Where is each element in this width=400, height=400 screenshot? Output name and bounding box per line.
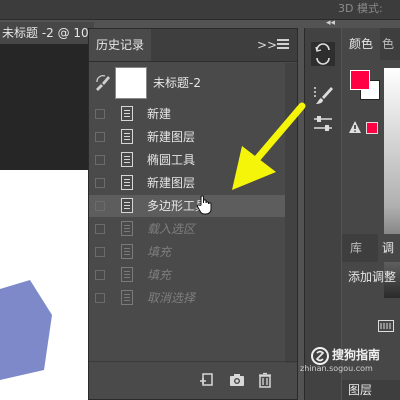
history-item-label: 填充 bbox=[147, 245, 172, 259]
color-panel-tabs: 颜色 色 bbox=[342, 28, 400, 60]
watermark-url: zhinan.sogou.com bbox=[300, 364, 373, 373]
annotation-arrow bbox=[232, 102, 306, 190]
document-icon bbox=[121, 244, 133, 259]
history-item-label: 填充 bbox=[147, 268, 172, 282]
history-footer bbox=[89, 361, 297, 400]
panel-menu-icon[interactable] bbox=[277, 39, 289, 50]
document-tab[interactable]: 未标题 -2 @ 100% bbox=[0, 22, 94, 44]
collapse-panels-icon[interactable]: ◂◂ bbox=[326, 19, 335, 28]
collapse-button[interactable]: >> bbox=[257, 29, 277, 61]
history-item-checkbox[interactable] bbox=[95, 109, 105, 119]
history-item-label: 新建 bbox=[147, 107, 172, 121]
history-item[interactable]: 填充 bbox=[89, 264, 285, 286]
gamut-color-swatch[interactable] bbox=[366, 122, 378, 134]
tab-layers[interactable]: 图层 bbox=[348, 380, 372, 400]
brush-icon[interactable] bbox=[311, 84, 335, 108]
history-item-checkbox[interactable] bbox=[95, 293, 105, 303]
hand-cursor-icon bbox=[196, 195, 212, 215]
history-item-checkbox[interactable] bbox=[95, 201, 105, 211]
new-document-icon[interactable] bbox=[199, 372, 215, 388]
tab-libraries[interactable]: 库 bbox=[350, 234, 362, 262]
adjustments-panel-tabs: 库 调 bbox=[342, 234, 400, 262]
document-icon bbox=[121, 175, 133, 190]
history-item-label: 载入选区 bbox=[147, 222, 196, 236]
foreground-color-swatch[interactable] bbox=[350, 70, 370, 90]
sliders-icon[interactable] bbox=[311, 112, 335, 136]
document-icon bbox=[121, 267, 133, 282]
document-icon bbox=[121, 106, 133, 121]
snapshot-row[interactable]: 未标题-2 bbox=[89, 63, 285, 103]
history-item-label: 椭圆工具 bbox=[147, 153, 196, 167]
watermark-text: 搜狗指南 bbox=[332, 348, 381, 362]
warning-icon[interactable] bbox=[348, 120, 362, 134]
history-item-checkbox[interactable] bbox=[95, 178, 105, 188]
history-item-label: 取消选择 bbox=[147, 291, 196, 305]
document-icon bbox=[121, 152, 133, 167]
pasteboard bbox=[0, 44, 92, 170]
layers-panel-tabs: 图层 bbox=[342, 380, 400, 400]
history-item-label: 新建图层 bbox=[147, 176, 196, 190]
history-panel-header: 历史记录 >> bbox=[89, 29, 297, 62]
levels-icon[interactable] bbox=[378, 320, 394, 332]
history-item-checkbox[interactable] bbox=[95, 224, 105, 234]
color-spectrum[interactable] bbox=[384, 68, 400, 298]
history-item-checkbox[interactable] bbox=[95, 247, 105, 257]
tab-swatches[interactable]: 色 bbox=[382, 28, 400, 60]
history-item-checkbox[interactable] bbox=[95, 155, 105, 165]
snapshot-label: 未标题-2 bbox=[153, 76, 201, 90]
3d-mode-label: 3D 模式: bbox=[338, 2, 383, 15]
tab-history[interactable]: 历史记录 bbox=[89, 29, 151, 61]
camera-icon[interactable] bbox=[229, 372, 245, 388]
tab-adjustments[interactable]: 调 bbox=[378, 234, 400, 262]
document-icon bbox=[121, 290, 133, 305]
history-item-checkbox[interactable] bbox=[95, 132, 105, 142]
document-icon bbox=[121, 129, 133, 144]
history-item[interactable]: 取消选择 bbox=[89, 287, 285, 309]
document-icon bbox=[121, 198, 133, 213]
rotate-icon[interactable] bbox=[311, 42, 335, 66]
add-adjustment-label: 添加调整 bbox=[348, 270, 397, 284]
history-item-checkbox[interactable] bbox=[95, 270, 105, 280]
history-item[interactable]: 填充 bbox=[89, 241, 285, 263]
tab-color[interactable]: 颜色 bbox=[342, 28, 380, 60]
history-item-label: 新建图层 bbox=[147, 130, 196, 144]
history-brush-icon[interactable] bbox=[93, 73, 113, 93]
document-icon bbox=[121, 221, 133, 236]
history-item[interactable]: 多边形工具 bbox=[89, 195, 285, 217]
snapshot-thumbnail bbox=[115, 67, 147, 99]
history-item[interactable]: 载入选区 bbox=[89, 218, 285, 240]
polygon-shape bbox=[0, 280, 52, 380]
history-panel: 历史记录 >> 未标题-2 新建 新建图层 椭圆工具 新建图层 多边形工具 载入选区 填充填… bbox=[88, 28, 298, 400]
trash-icon[interactable] bbox=[257, 372, 273, 388]
